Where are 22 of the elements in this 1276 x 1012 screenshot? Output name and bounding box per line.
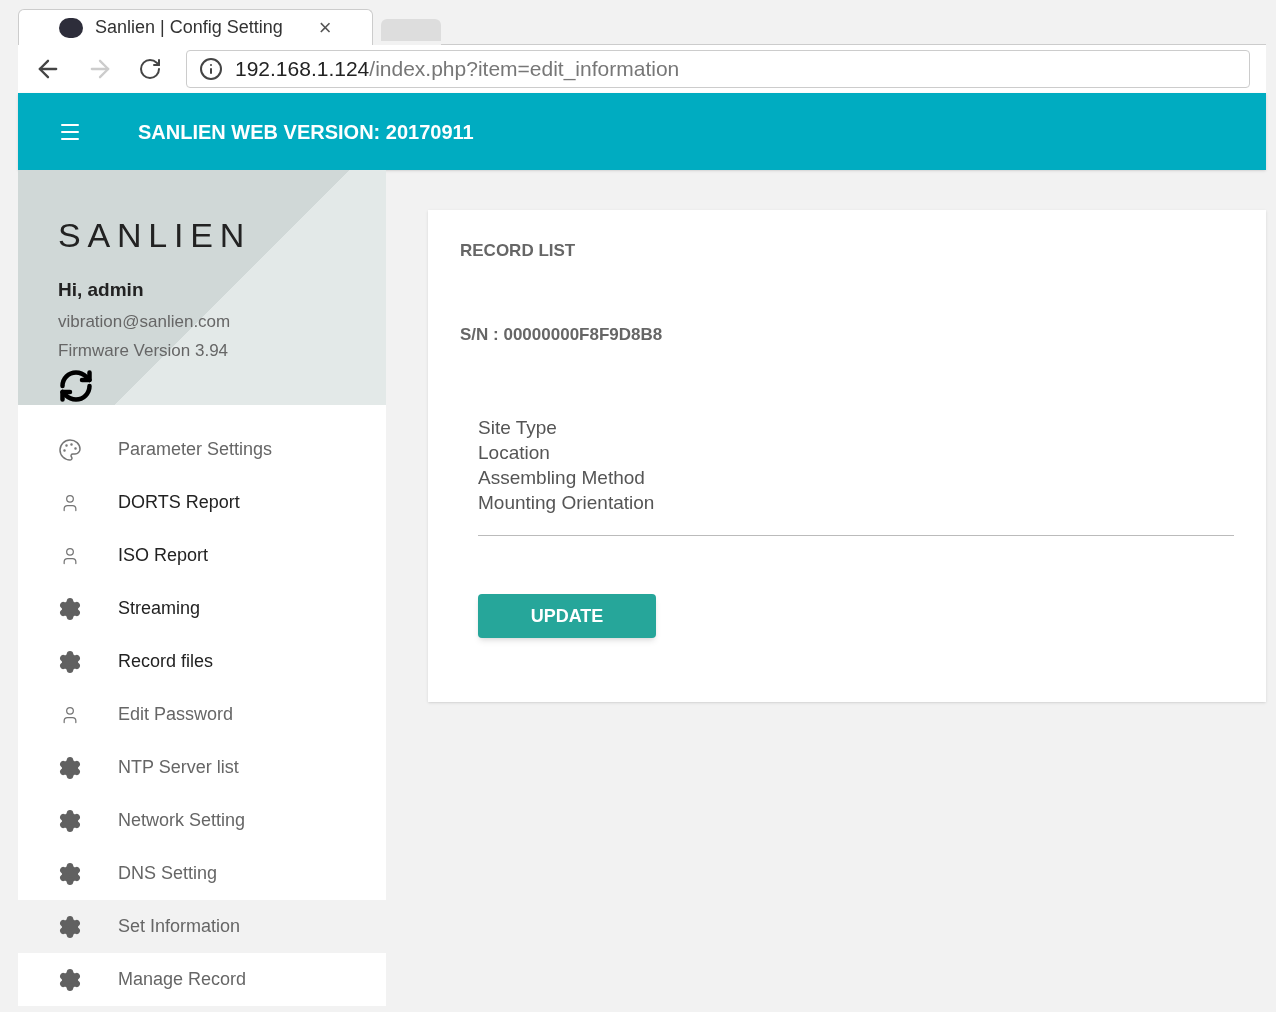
field-label: Mounting Orientation [478,491,656,515]
url-text: 192.168.1.124/index.php?item=edit_information [235,56,680,83]
email: vibration@sanlien.com [58,310,232,333]
header-title: SANLIEN WEB VERSION: 20170911 [138,119,474,145]
firmware-version: Firmware Version 3.94 [58,340,230,362]
refresh-icon[interactable] [58,367,94,404]
field-label: Site Type [478,416,558,440]
browser-tab[interactable]: Sanlien | Config Setting × [18,9,373,45]
close-tab-button[interactable]: × [318,11,332,44]
logo: SANLIEN [58,218,253,252]
info-icon [199,57,223,81]
serial-number: S/N : 00000000F8F9D8B8 [460,323,664,346]
reload-button[interactable] [138,57,162,81]
field-label: Location [478,441,551,465]
site-icon [59,17,83,38]
field-label: Assembling Method [478,466,646,490]
address-bar[interactable]: 192.168.1.124/index.php?item=edit_information [186,50,1250,88]
sidebar-item[interactable]: Set Information [18,900,386,953]
tab-title: Sanlien | Config Setting [95,16,283,39]
card-title: RECORD LIST [460,240,577,262]
palette-icon [58,437,82,462]
greeting: Hi, admin [58,278,145,302]
